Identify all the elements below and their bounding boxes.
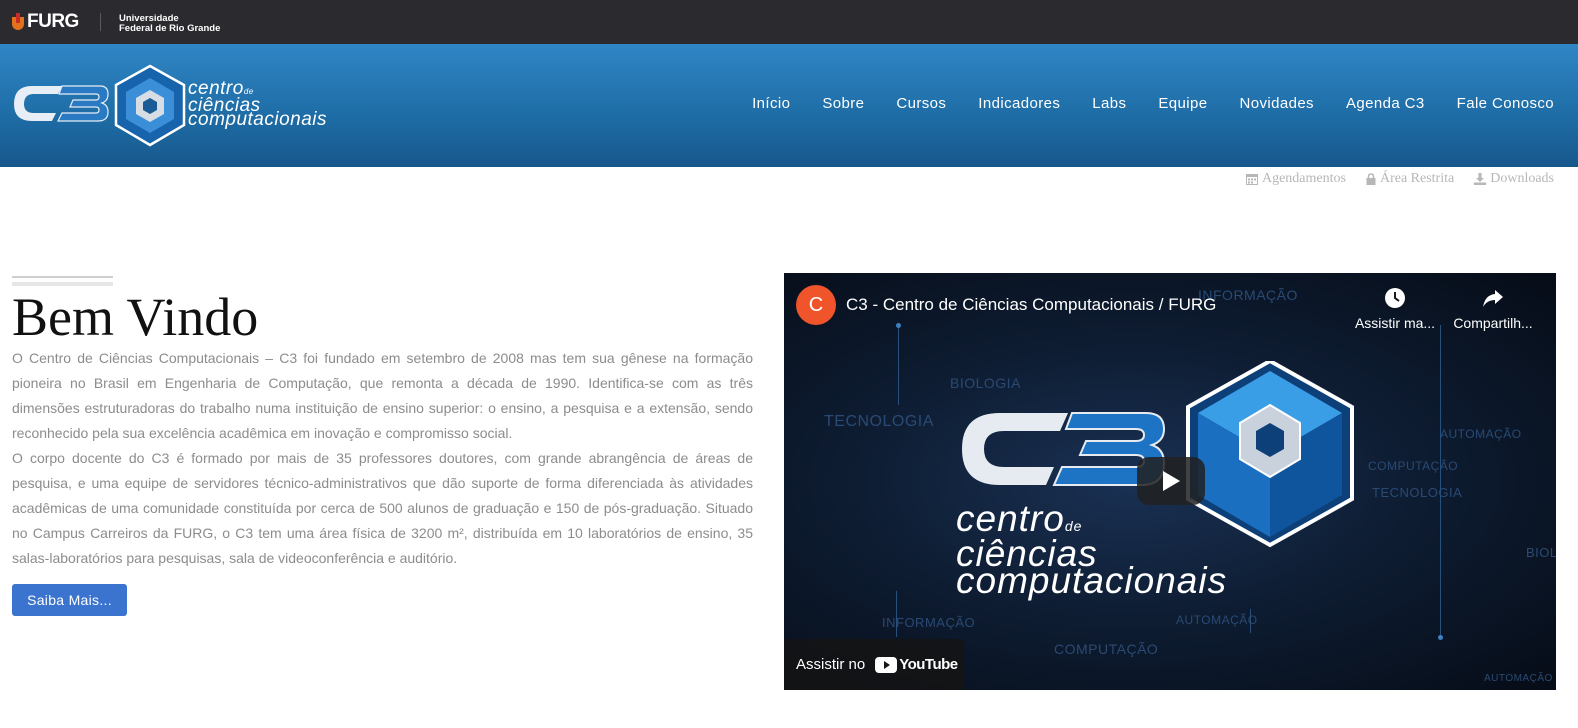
welcome-title: Bem Vindo xyxy=(12,287,259,347)
thumb-line3: computacionais xyxy=(956,560,1228,601)
decor-line xyxy=(1250,609,1251,633)
topbar-divider xyxy=(100,13,101,31)
welcome-text: O Centro de Ciências Computacionais – C3… xyxy=(12,346,753,571)
share-label: Compartilh... xyxy=(1453,315,1533,331)
bg-word: AUTOMAÇÃO xyxy=(1176,613,1258,627)
title-decoration-rule xyxy=(12,276,113,278)
title-decoration-rule-2 xyxy=(12,282,113,286)
watch-later-label: Assistir ma... xyxy=(1354,315,1436,331)
decor-dot xyxy=(896,323,901,328)
bg-word: AUTOMAÇÃO xyxy=(1484,673,1553,684)
watch-on-youtube-button[interactable]: Assistir no YouTube xyxy=(784,639,964,690)
c3-brand-logo[interactable]: centrode ciências computacionais xyxy=(12,64,382,149)
play-button[interactable] xyxy=(1137,457,1205,505)
main-nav: Início Sobre Cursos Indicadores Labs Equ… xyxy=(720,95,1554,112)
youtube-play-icon xyxy=(875,656,898,673)
download-icon xyxy=(1474,173,1487,185)
bg-word: TECNOLOGIA xyxy=(824,413,934,430)
nav-agenda-c3[interactable]: Agenda C3 xyxy=(1346,95,1425,112)
agendamentos-label: Agendamentos xyxy=(1261,171,1346,186)
nav-inicio[interactable]: Início xyxy=(752,95,790,112)
utility-links: Agendamentos Área Restrita Downloads xyxy=(1226,171,1554,187)
nav-novidades[interactable]: Novidades xyxy=(1239,95,1313,112)
channel-avatar[interactable]: C xyxy=(796,285,836,325)
lock-icon xyxy=(1366,173,1376,185)
agendamentos-link[interactable]: Agendamentos xyxy=(1245,171,1346,187)
decor-dot xyxy=(1438,635,1443,640)
furg-emblem-icon xyxy=(12,13,24,31)
furg-logo[interactable]: FURG xyxy=(12,11,79,33)
nav-indicadores[interactable]: Indicadores xyxy=(978,95,1060,112)
share-button[interactable]: Compartilh... xyxy=(1452,287,1534,331)
watch-later-button[interactable]: Assistir ma... xyxy=(1350,287,1440,331)
downloads-label: Downloads xyxy=(1490,171,1554,186)
nav-fale-conosco[interactable]: Fale Conosco xyxy=(1457,95,1554,112)
saiba-mais-button[interactable]: Saiba Mais... xyxy=(12,584,127,616)
university-line2: Federal de Rio Grande xyxy=(119,23,221,34)
furg-logo-text: FURG xyxy=(27,11,79,32)
decor-line xyxy=(896,591,897,637)
site-header: centrode ciências computacionais Início … xyxy=(0,44,1578,167)
youtube-logo: YouTube xyxy=(875,656,958,673)
bg-word: AUTOMAÇÃO xyxy=(1440,427,1522,441)
youtube-embed[interactable]: INFORMAÇÃO BIOLOGIA TECNOLOGIA AUTOMAÇÃO… xyxy=(784,273,1556,690)
bg-word: BIOL xyxy=(1526,545,1556,560)
area-restrita-label: Área Restrita xyxy=(1379,171,1455,186)
welcome-paragraph-1: O Centro de Ciências Computacionais – C3… xyxy=(12,350,753,441)
decor-line xyxy=(898,325,899,405)
watch-on-label: Assistir no xyxy=(796,656,866,673)
clock-icon xyxy=(1385,288,1405,308)
nav-sobre[interactable]: Sobre xyxy=(822,95,864,112)
bg-word: COMPUTAÇÃO xyxy=(1054,641,1159,657)
share-icon xyxy=(1483,290,1503,307)
welcome-paragraph-2: O corpo docente do C3 é formado por mais… xyxy=(12,450,753,566)
decor-line xyxy=(1440,325,1441,635)
youtube-wordmark: YouTube xyxy=(899,656,958,673)
video-title[interactable]: C3 - Centro de Ciências Computacionais /… xyxy=(846,295,1216,315)
nav-labs[interactable]: Labs xyxy=(1092,95,1126,112)
university-name: Universidade Federal de Rio Grande xyxy=(119,14,220,34)
nav-cursos[interactable]: Cursos xyxy=(896,95,946,112)
thumbnail-brand-text: centrode ciências computacionais xyxy=(956,500,1227,599)
thumb-de: de xyxy=(1064,518,1083,534)
downloads-link[interactable]: Downloads xyxy=(1474,171,1554,187)
area-restrita-link[interactable]: Área Restrita xyxy=(1366,171,1454,187)
c3-brand-text: centrode ciências computacionais xyxy=(188,79,328,130)
institution-bar: FURG Universidade Federal de Rio Grande xyxy=(0,0,1578,44)
calendar-icon xyxy=(1245,174,1258,185)
brand-line3: computacionais xyxy=(188,109,328,130)
nav-equipe[interactable]: Equipe xyxy=(1158,95,1207,112)
play-icon xyxy=(1163,471,1180,491)
